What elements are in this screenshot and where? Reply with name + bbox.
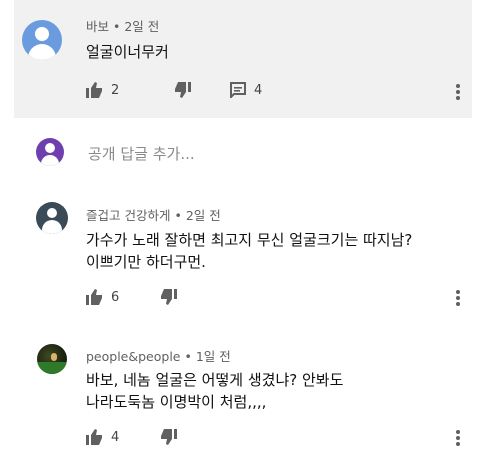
thumbs-down-icon bbox=[174, 82, 191, 98]
avatar[interactable] bbox=[37, 344, 67, 374]
comment-text: 바보, 네놈 얼굴은 어떻게 생겼냐? 안봐도 나라도둑놈 이명박이 처럼,,,… bbox=[86, 369, 343, 413]
comment-meta: 즐겁고 건강하게 • 2일 전 bbox=[86, 208, 221, 223]
more-vert-icon[interactable] bbox=[450, 288, 466, 308]
replies-button[interactable]: 4 bbox=[230, 80, 262, 100]
comment-2: 즐겁고 건강하게 • 2일 전 가수가 노래 잘하면 최고지 무신 얼굴크기는 … bbox=[0, 190, 480, 320]
comment-text: 얼굴이너무커 bbox=[86, 41, 169, 63]
comment-line: 나라도둑놈 이명박이 처럼,,,, bbox=[86, 393, 267, 411]
comment-line: 얼굴이너무커 bbox=[86, 43, 169, 61]
comment-author[interactable]: 즐겁고 건강하게 bbox=[86, 208, 170, 223]
more-vert-icon[interactable] bbox=[450, 82, 466, 102]
dislike-button[interactable] bbox=[160, 427, 177, 447]
comment-line: 가수가 노래 잘하면 최고지 무신 얼굴크기는 따지남? bbox=[86, 231, 413, 249]
thumbs-down-icon bbox=[160, 289, 177, 305]
more-vert-icon[interactable] bbox=[450, 428, 466, 448]
comment-author[interactable]: people&people bbox=[86, 349, 181, 364]
thumbs-up-icon bbox=[86, 289, 103, 305]
avatar[interactable] bbox=[36, 202, 68, 234]
comment-1: 바보 • 2일 전 얼굴이너무커 2 4 bbox=[14, 0, 472, 118]
like-button[interactable]: 6 bbox=[86, 287, 119, 307]
my-avatar bbox=[36, 138, 64, 166]
reply-input[interactable]: 공개 답글 추가... bbox=[88, 143, 195, 164]
comment-actions: 2 4 bbox=[86, 80, 466, 100]
comment-meta: people&people • 1일 전 bbox=[86, 349, 231, 364]
comment-author[interactable]: 바보 bbox=[86, 19, 109, 34]
comment-text: 가수가 노래 잘하면 최고지 무신 얼굴크기는 따지남? 이쁘기만 하더구먼. bbox=[86, 229, 412, 273]
avatar[interactable] bbox=[22, 20, 62, 60]
reply-input-row: 공개 답글 추가... bbox=[36, 137, 456, 167]
comment-line: 바보, 네놈 얼굴은 어떻게 생겼냐? 안봐도 bbox=[86, 371, 344, 389]
thumbs-up-icon bbox=[86, 429, 103, 445]
reply-count: 4 bbox=[254, 82, 263, 98]
comment-time[interactable]: 1일 전 bbox=[196, 349, 231, 364]
dislike-button[interactable] bbox=[174, 80, 191, 100]
like-button[interactable]: 2 bbox=[86, 80, 119, 100]
dislike-button[interactable] bbox=[160, 287, 177, 307]
comment-meta: 바보 • 2일 전 bbox=[86, 19, 160, 34]
comment-time[interactable]: 2일 전 bbox=[186, 208, 221, 223]
like-button[interactable]: 4 bbox=[86, 427, 119, 447]
like-count: 2 bbox=[111, 82, 120, 98]
comment-line: 이쁘기만 하더구먼. bbox=[86, 253, 206, 271]
comment-3: people&people • 1일 전 바보, 네놈 얼굴은 어떻게 생겼냐?… bbox=[0, 330, 480, 457]
thumbs-down-icon bbox=[160, 429, 177, 445]
like-count: 6 bbox=[111, 289, 120, 305]
comment-icon bbox=[230, 82, 246, 98]
comment-actions: 6 bbox=[86, 287, 386, 307]
like-count: 4 bbox=[111, 429, 120, 445]
comment-actions: 4 bbox=[86, 427, 386, 447]
thumbs-up-icon bbox=[86, 82, 103, 98]
comment-time[interactable]: 2일 전 bbox=[124, 19, 159, 34]
